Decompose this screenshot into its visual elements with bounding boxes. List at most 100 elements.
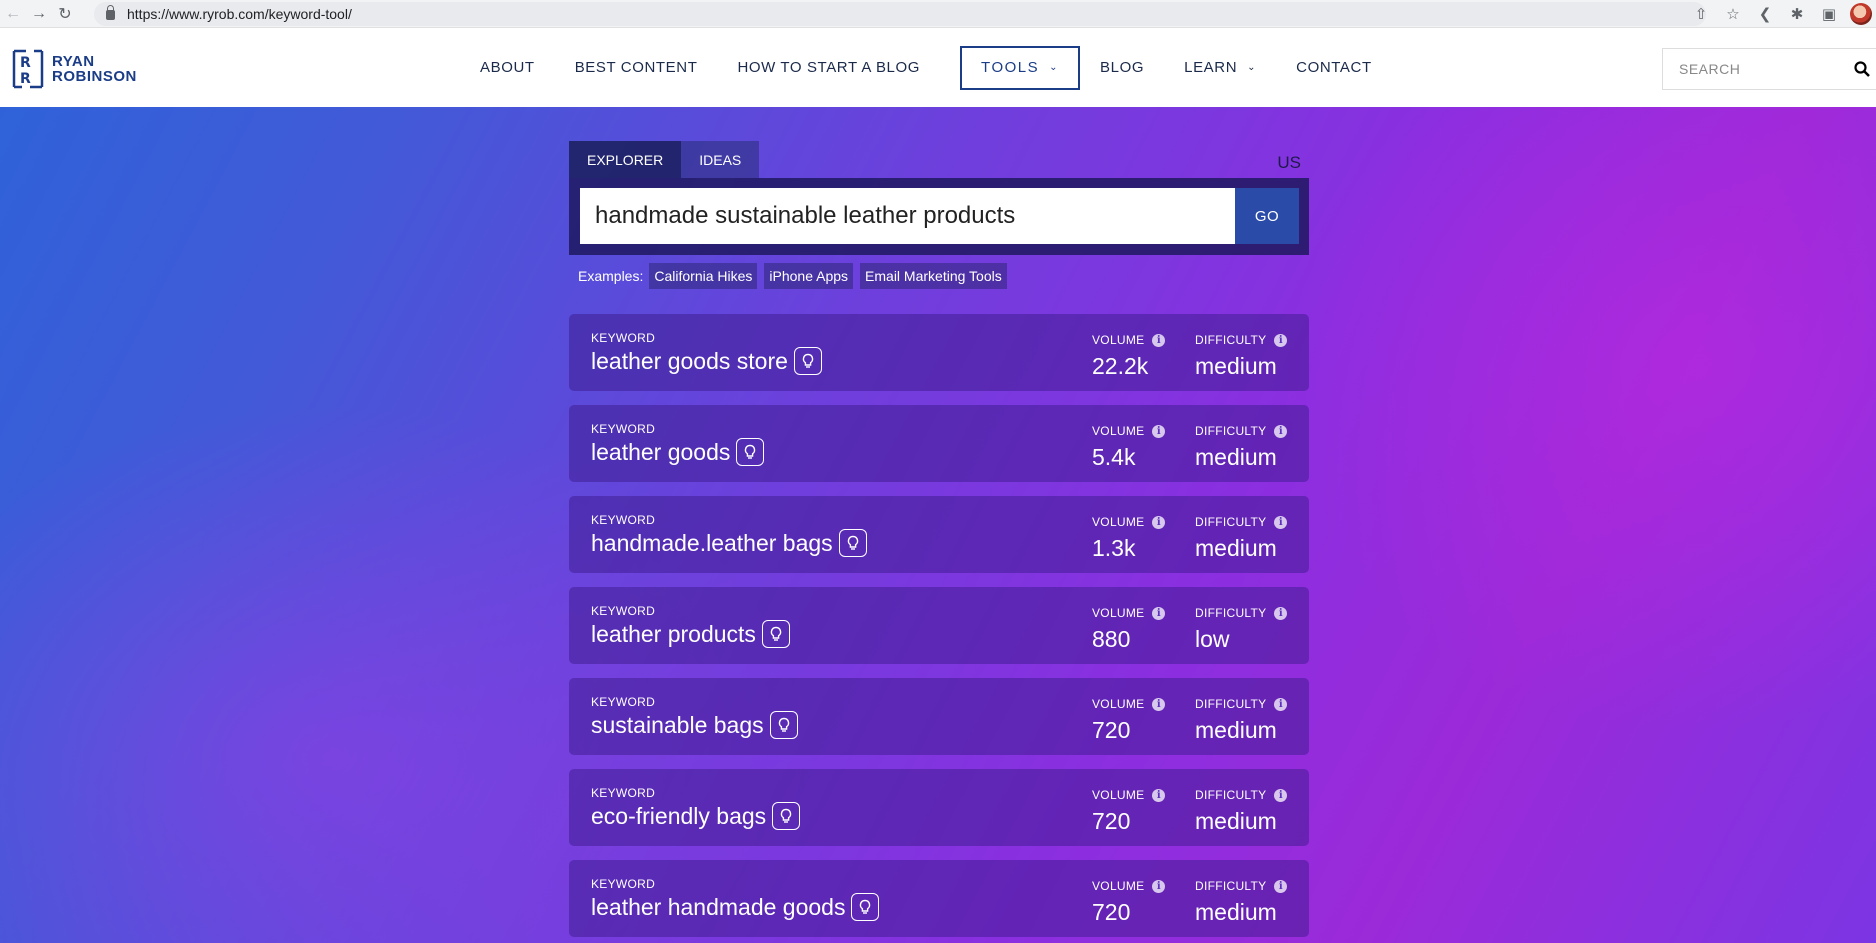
- difficulty-label-text: DIFFICULTY: [1195, 515, 1267, 529]
- sidebar-icon[interactable]: ▣: [1818, 3, 1840, 25]
- keyword-value: handmade.leather bags: [591, 529, 833, 556]
- logo-line-1: RYAN: [52, 53, 95, 70]
- info-icon[interactable]: i: [1152, 606, 1166, 620]
- nav-how-to-start-label: HOW TO START A BLOG: [737, 59, 921, 76]
- difficulty-value: medium: [1195, 535, 1277, 561]
- keyword-value: sustainable bags: [591, 711, 764, 738]
- info-icon[interactable]: i: [1274, 697, 1288, 711]
- result-row: KEYWORD leather handmade goods VOLUME i 7…: [569, 860, 1309, 937]
- nav-how-to-start-a-blog[interactable]: HOW TO START A BLOG: [737, 59, 920, 76]
- site-logo[interactable]: R R RYAN ROBINSON: [12, 49, 137, 89]
- difficulty-label-text: DIFFICULTY: [1195, 788, 1267, 802]
- profile-avatar[interactable]: [1850, 3, 1872, 25]
- search-icon[interactable]: [1854, 61, 1870, 77]
- site-search-input[interactable]: [1679, 61, 1829, 77]
- chevron-down-icon: ⌄: [1049, 62, 1060, 73]
- lightbulb-icon[interactable]: [769, 711, 798, 739]
- lightbulb-icon[interactable]: [851, 893, 880, 921]
- nav-tools[interactable]: TOOLS ⌄: [960, 45, 1081, 90]
- lightbulb-icon[interactable]: [838, 529, 867, 557]
- info-icon[interactable]: i: [1274, 788, 1288, 802]
- info-icon[interactable]: i: [1152, 515, 1166, 529]
- result-row: KEYWORD sustainable bags VOLUME i 720 DIF…: [569, 678, 1309, 755]
- chevron-down-icon: ⌄: [1247, 62, 1257, 73]
- volume-label-text: VOLUME: [1092, 879, 1145, 893]
- difficulty-label-text: DIFFICULTY: [1195, 333, 1267, 347]
- nav-learn[interactable]: LEARN ⌄: [1184, 59, 1256, 76]
- volume-value: 720: [1092, 899, 1131, 925]
- url-text[interactable]: https://www.ryrob.com/keyword-tool/: [127, 6, 352, 22]
- keyword-search-box: GO: [569, 178, 1309, 255]
- difficulty-value: medium: [1195, 717, 1277, 743]
- difficulty-label: DIFFICULTY i: [1195, 606, 1288, 620]
- nav-best-content[interactable]: BEST CONTENT: [575, 59, 698, 76]
- browser-toolbar: ← → ↻ https://www.ryrob.com/keyword-tool…: [0, 0, 1876, 28]
- difficulty-column: DIFFICULTY i medium: [1195, 879, 1288, 926]
- lightbulb-icon[interactable]: [772, 802, 801, 830]
- go-button[interactable]: GO: [1235, 188, 1299, 244]
- nav-blog-label: BLOG: [1100, 59, 1145, 76]
- examples-label: Examples:: [578, 268, 644, 284]
- nav-tools-label: TOOLS: [981, 59, 1040, 76]
- vscode-icon[interactable]: ❮: [1754, 3, 1776, 25]
- keyword-label: KEYWORD: [591, 422, 656, 436]
- info-icon[interactable]: i: [1274, 879, 1288, 893]
- info-icon[interactable]: i: [1274, 424, 1288, 438]
- example-chip[interactable]: California Hikes: [649, 263, 758, 289]
- tab-ideas[interactable]: IDEAS: [681, 141, 760, 178]
- logo-text: RYAN ROBINSON: [52, 54, 137, 84]
- info-icon[interactable]: i: [1152, 697, 1166, 711]
- volume-label-text: VOLUME: [1092, 697, 1145, 711]
- info-icon[interactable]: i: [1152, 879, 1166, 893]
- keyword-text: handmade.leather bags: [591, 529, 867, 557]
- nav-about[interactable]: ABOUT: [480, 59, 535, 76]
- nav-contact[interactable]: CONTACT: [1296, 59, 1372, 76]
- difficulty-column: DIFFICULTY i medium: [1195, 333, 1288, 380]
- nav-blog[interactable]: BLOG: [1100, 59, 1144, 76]
- keyword-text: sustainable bags: [591, 711, 798, 739]
- keyword-tool: EXPLORER IDEAS US GO Examples: Californi…: [569, 141, 1309, 943]
- difficulty-label: DIFFICULTY i: [1195, 697, 1288, 711]
- results-list: KEYWORD leather goods store VOLUME i 22.2…: [569, 314, 1309, 937]
- volume-label: VOLUME i: [1092, 515, 1166, 529]
- forward-icon[interactable]: →: [26, 1, 52, 27]
- info-icon[interactable]: i: [1274, 515, 1288, 529]
- info-icon[interactable]: i: [1152, 424, 1166, 438]
- site-search: [1662, 48, 1876, 90]
- svg-text:R: R: [20, 55, 31, 71]
- volume-value: 720: [1092, 717, 1131, 743]
- difficulty-column: DIFFICULTY i medium: [1195, 515, 1288, 562]
- main-nav: ABOUT BEST CONTENT HOW TO START A BLOG T…: [480, 28, 1412, 107]
- difficulty-value: medium: [1195, 808, 1277, 834]
- share-icon[interactable]: ⇧: [1690, 3, 1712, 25]
- logo-mark-icon: R R: [12, 49, 44, 89]
- lightbulb-icon[interactable]: [736, 438, 765, 466]
- info-icon[interactable]: i: [1274, 606, 1288, 620]
- difficulty-label: DIFFICULTY i: [1195, 333, 1288, 347]
- back-icon[interactable]: ←: [0, 1, 26, 27]
- result-row: KEYWORD leather goods store VOLUME i 22.2…: [569, 314, 1309, 391]
- extensions-icon[interactable]: ✱: [1786, 3, 1808, 25]
- address-bar[interactable]: https://www.ryrob.com/keyword-tool/: [94, 2, 1706, 26]
- keyword-value: leather goods: [591, 438, 731, 465]
- info-icon[interactable]: i: [1152, 788, 1166, 802]
- example-chip[interactable]: Email Marketing Tools: [860, 263, 1007, 289]
- tab-explorer[interactable]: EXPLORER: [569, 141, 682, 178]
- keyword-label: KEYWORD: [591, 695, 656, 709]
- result-row: KEYWORD leather products VOLUME i 880 DIF…: [569, 587, 1309, 664]
- nav-about-label: ABOUT: [480, 59, 535, 76]
- info-icon[interactable]: i: [1274, 333, 1288, 347]
- keyword-input[interactable]: [580, 188, 1235, 244]
- country-selector[interactable]: US: [1277, 153, 1301, 173]
- keyword-label: KEYWORD: [591, 331, 656, 345]
- difficulty-label: DIFFICULTY i: [1195, 515, 1288, 529]
- star-icon[interactable]: ☆: [1722, 3, 1744, 25]
- reload-icon[interactable]: ↻: [52, 1, 78, 27]
- example-chip[interactable]: iPhone Apps: [764, 263, 854, 289]
- volume-label: VOLUME i: [1092, 788, 1166, 802]
- info-icon[interactable]: i: [1152, 333, 1166, 347]
- svg-text:R: R: [20, 71, 31, 87]
- lightbulb-icon[interactable]: [761, 620, 790, 648]
- lightbulb-icon[interactable]: [793, 347, 822, 375]
- volume-column: VOLUME i 720: [1092, 697, 1166, 744]
